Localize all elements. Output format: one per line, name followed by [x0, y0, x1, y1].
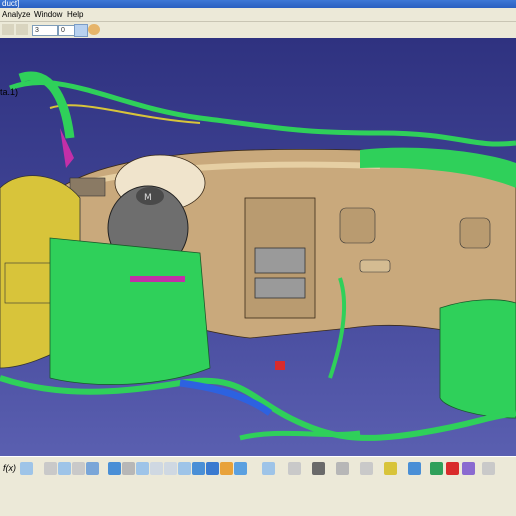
- lock-icon[interactable]: [336, 462, 349, 475]
- window-title: duct]: [2, 0, 20, 8]
- select-icon[interactable]: [2, 24, 14, 35]
- fit-all-icon[interactable]: [108, 462, 121, 475]
- paint-icon[interactable]: [74, 24, 88, 37]
- view-cube-icon[interactable]: [192, 462, 205, 475]
- menu-bar: Analyze Window Help: [0, 8, 516, 22]
- assembly-scene: M: [0, 71, 516, 441]
- footwell-left: [49, 237, 211, 385]
- far-right-vent: [459, 217, 491, 249]
- spacer-icon: [62, 24, 74, 35]
- catalog-icon[interactable]: [360, 462, 373, 475]
- radio-unit: [254, 247, 306, 274]
- right-vent: [339, 207, 376, 244]
- tree-node-label[interactable]: ta.1): [0, 87, 18, 97]
- render-icon[interactable]: [288, 462, 301, 475]
- options-icon[interactable]: [482, 462, 495, 475]
- glovebox-latch: [359, 259, 391, 273]
- sheet-icon[interactable]: [86, 462, 99, 475]
- magenta-bar: [130, 276, 185, 282]
- tree-icon[interactable]: [58, 462, 71, 475]
- red-connector: [275, 361, 285, 370]
- layer-field[interactable]: 3: [32, 25, 58, 36]
- swap-visible-icon[interactable]: [234, 462, 247, 475]
- analysis-icon[interactable]: [408, 462, 421, 475]
- climate-control: [254, 277, 306, 299]
- upper-harness: [9, 79, 516, 147]
- rotate-icon[interactable]: [136, 462, 149, 475]
- menu-analyze[interactable]: Analyze: [2, 10, 30, 19]
- 3d-viewport[interactable]: M ta.1): [0, 38, 516, 456]
- window-title-bar: duct]: [0, 0, 516, 8]
- zoom-in-icon[interactable]: [150, 462, 163, 475]
- shading-icon[interactable]: [206, 462, 219, 475]
- zoom-out-icon[interactable]: [164, 462, 177, 475]
- menu-help[interactable]: Help: [67, 10, 83, 19]
- tools-icon[interactable]: [384, 462, 397, 475]
- brush-icon[interactable]: [88, 24, 100, 35]
- pan-icon[interactable]: [122, 462, 135, 475]
- connector-icon[interactable]: [446, 462, 459, 475]
- bundle-icon[interactable]: [462, 462, 475, 475]
- menu-window[interactable]: Window: [34, 10, 62, 19]
- formula-label[interactable]: f(x): [3, 463, 16, 473]
- top-toolbar: 3 0: [0, 22, 516, 39]
- hide-show-icon[interactable]: [220, 462, 233, 475]
- chat-icon[interactable]: [20, 462, 33, 475]
- status-bar: [0, 480, 516, 516]
- camera-icon[interactable]: [312, 462, 325, 475]
- footwell-right: [439, 299, 516, 419]
- list-icon[interactable]: [72, 462, 85, 475]
- measure-icon[interactable]: [262, 462, 275, 475]
- normal-view-icon[interactable]: [178, 462, 191, 475]
- tool-icon[interactable]: [16, 24, 28, 35]
- table-icon[interactable]: [44, 462, 57, 475]
- logo-mark: M: [144, 193, 152, 203]
- bottom-toolbar: f(x): [0, 456, 516, 481]
- harness-icon[interactable]: [430, 462, 443, 475]
